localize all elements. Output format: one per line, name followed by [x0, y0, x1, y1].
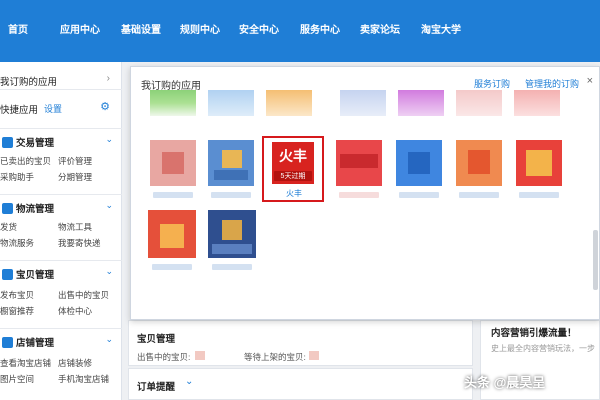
huofeng-app-icon: 火丰 5天过期 [272, 142, 314, 184]
nav-app-center[interactable]: 应用中心 [60, 23, 100, 39]
nav-basic-settings[interactable]: 基础设置 [121, 23, 161, 39]
app-tile[interactable] [150, 140, 196, 186]
quick-apps-settings-link[interactable]: 设置 [44, 102, 62, 115]
shirt-icon [2, 269, 13, 280]
item-management-heading: 宝贝管理 [137, 334, 176, 345]
popup-scrollbar[interactable] [593, 230, 598, 290]
items-on-sale-label[interactable]: 出售中的宝贝: [137, 351, 190, 363]
sidebar-link-items-on-sale[interactable]: 出售中的宝贝 [58, 289, 109, 301]
huofeng-icon-text: 火丰 [279, 148, 307, 164]
sidebar-section-trade: 交易管理 ⌄ 已卖出的宝贝 评价管理 采购助手 分期管理 [0, 128, 122, 192]
sidebar-link-logistics-service[interactable]: 物流服务 [0, 237, 34, 249]
sidebar-section-shop: 店铺管理 ⌄ 查看淘宝店铺 店铺装修 图片空间 手机淘宝店铺 [0, 328, 122, 400]
app-label-blur [211, 192, 251, 198]
sidebar-link-reviews[interactable]: 评价管理 [58, 155, 92, 167]
shop-icon [2, 337, 13, 348]
chevron-down-icon[interactable]: ⌄ [105, 134, 113, 145]
app-label-blur [152, 264, 192, 270]
app-tile[interactable] [148, 210, 196, 258]
sidebar-my-apps[interactable]: 我订购的应用 › [0, 72, 122, 90]
app-tile[interactable] [396, 140, 442, 186]
sidebar-my-apps-label: 我订购的应用 [0, 77, 58, 88]
items-on-sale-count [195, 351, 205, 360]
logistics-management-title[interactable]: 物流管理 [2, 201, 54, 215]
sidebar-link-mobile-shop[interactable]: 手机淘宝店铺 [58, 373, 109, 385]
items-pending-label[interactable]: 等待上架的宝贝: [244, 351, 306, 363]
sidebar-link-purchase-assistant[interactable]: 采购助手 [0, 171, 34, 183]
app-tile[interactable] [208, 140, 254, 186]
app-label-blur [399, 192, 439, 198]
app-tile[interactable] [336, 140, 382, 186]
sidebar-link-installments[interactable]: 分期管理 [58, 171, 92, 183]
shop-management-title[interactable]: 店铺管理 [2, 335, 54, 349]
chevron-down-icon[interactable]: ⌄ [105, 266, 113, 277]
chevron-down-icon[interactable]: ⌄ [105, 200, 113, 211]
app-label-blur [519, 192, 559, 198]
app-tile[interactable] [398, 90, 444, 116]
sidebar-link-view-shop[interactable]: 查看淘宝店铺 [0, 357, 51, 369]
top-nav: 首页 应用中心 基础设置 规则中心 安全中心 服务中心 卖家论坛 淘宝大学 [0, 0, 600, 62]
sidebar-link-ship[interactable]: 发货 [0, 221, 17, 233]
app-tile[interactable] [266, 90, 312, 116]
manage-orders-link[interactable]: 管理我的订购 [525, 77, 579, 90]
logistics-icon [2, 203, 13, 214]
app-label-blur [459, 192, 499, 198]
order-reminder-heading[interactable]: 订单提醒 [137, 379, 175, 393]
nav-seller-forum[interactable]: 卖家论坛 [360, 23, 400, 39]
sidebar-link-publish-item[interactable]: 发布宝贝 [0, 289, 34, 301]
sidebar-link-image-space[interactable]: 图片空间 [0, 373, 34, 385]
app-tile[interactable] [516, 140, 562, 186]
nav-service-center[interactable]: 服务中心 [300, 23, 340, 39]
sidebar-link-sold-items[interactable]: 已卖出的宝贝 [0, 155, 51, 167]
app-label-blur [212, 264, 252, 270]
app-tile[interactable] [340, 90, 386, 116]
promo-text: 史上最全内容营销玩法，一步 [491, 344, 595, 353]
item-management-title[interactable]: 宝贝管理 [2, 267, 54, 281]
chevron-down-icon[interactable]: ⌄ [105, 334, 113, 345]
trade-icon [2, 137, 13, 148]
watermark: 头条 @晨昊呈 [464, 375, 546, 390]
nav-home[interactable]: 首页 [8, 23, 28, 39]
quick-apps-label: 快捷应用 [0, 105, 39, 116]
app-tile[interactable] [456, 140, 502, 186]
close-icon[interactable]: × [587, 75, 593, 87]
nav-security-center[interactable]: 安全中心 [239, 23, 279, 39]
sidebar-section-logistics: 物流管理 ⌄ 发货 物流工具 物流服务 我要寄快递 [0, 194, 122, 258]
nav-rule-center[interactable]: 规则中心 [180, 23, 220, 39]
featured-app-label: 火丰 [286, 189, 302, 198]
nav-taobao-university[interactable]: 淘宝大学 [421, 23, 461, 39]
sidebar-section-items: 宝贝管理 ⌄ 发布宝贝 出售中的宝贝 橱窗推荐 体检中心 [0, 260, 122, 326]
app-tile[interactable] [514, 90, 560, 116]
app-label-blur [153, 192, 193, 198]
sidebar-link-shop-decoration[interactable]: 店铺装修 [58, 357, 92, 369]
sidebar-link-health-check[interactable]: 体检中心 [58, 305, 92, 317]
gear-icon[interactable]: ⚙ [100, 100, 110, 113]
featured-app-tile[interactable]: 火丰 5天过期 火丰 [262, 136, 324, 202]
expiry-badge: 5天过期 [274, 171, 312, 181]
order-reminder-card: 订单提醒 ⌄ [128, 368, 473, 400]
items-pending-count [309, 351, 319, 360]
trade-management-title[interactable]: 交易管理 [2, 135, 54, 149]
item-management-card: 宝贝管理 出售中的宝贝: 等待上架的宝贝: [128, 320, 473, 366]
sidebar-link-send-express[interactable]: 我要寄快递 [58, 237, 101, 249]
service-order-link[interactable]: 服务订购 [474, 77, 510, 90]
promo-title[interactable]: 内容营销引爆流量！ [491, 325, 577, 339]
app-tile[interactable] [150, 90, 196, 116]
sidebar-link-logistics-tools[interactable]: 物流工具 [58, 221, 92, 233]
sidebar-link-showcase[interactable]: 橱窗推荐 [0, 305, 34, 317]
chevron-down-icon[interactable]: ⌄ [185, 376, 193, 387]
app-tile[interactable] [208, 90, 254, 116]
app-tile[interactable] [456, 90, 502, 116]
chevron-right-icon: › [106, 73, 110, 84]
app-tile[interactable] [208, 210, 256, 258]
sidebar: 我订购的应用 › 快捷应用 设置 ⚙ 交易管理 ⌄ 已卖出的宝贝 评价管理 采购… [0, 62, 122, 400]
app-label-blur [339, 192, 379, 198]
